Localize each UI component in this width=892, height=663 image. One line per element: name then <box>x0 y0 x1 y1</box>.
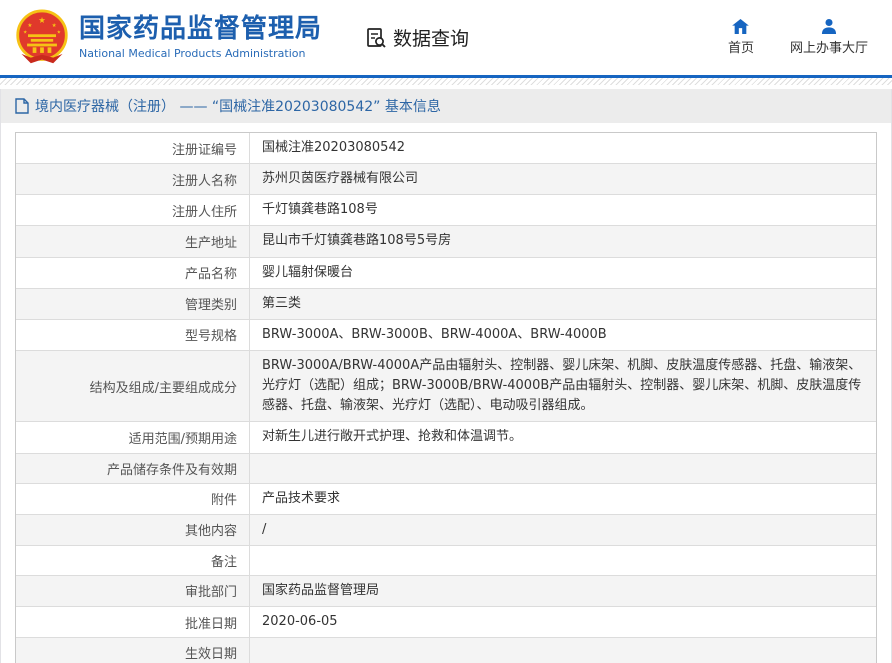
row-value: 苏州贝茵医疗器械有限公司 <box>262 171 419 187</box>
national-emblem-icon: ★ ★ ★ ★ ★ <box>16 9 68 63</box>
data-query-label: 数据查询 <box>393 28 470 50</box>
row-label: 审批部门 <box>16 575 250 606</box>
row-value: BRW-3000A/BRW-4000A产品由辐射头、控制器、婴儿床架、机脚、皮肤… <box>262 357 862 414</box>
nmpa-logo[interactable]: ★ ★ ★ ★ ★ 国家药品监督管理局 National Medical Pro… <box>14 9 322 67</box>
table-row: 注册人住所 千灯镇龚巷路108号 <box>16 195 876 227</box>
breadcrumb: 境内医疗器械（注册） —— “国械注准20203080542” 基本信息 <box>1 89 891 123</box>
nav-home-label: 首页 <box>727 41 754 56</box>
user-icon <box>821 19 837 34</box>
table-row: 注册证编号 国械注准20203080542 <box>16 133 876 165</box>
nav-home[interactable]: 首页 <box>728 19 754 56</box>
data-query-tab[interactable]: 数据查询 <box>364 24 469 51</box>
row-label: 结构及组成/主要组成成分 <box>16 350 250 422</box>
table-row: 附件 产品技术要求 <box>16 483 876 515</box>
row-label: 产品名称 <box>16 257 250 288</box>
table-row: 审批部门 国家药品监督管理局 <box>16 575 876 607</box>
breadcrumb-text: 境内医疗器械（注册） —— “国械注准20203080542” 基本信息 <box>35 99 441 115</box>
row-value: 第三类 <box>262 295 302 311</box>
table-row: 结构及组成/主要组成成分 BRW-3000A/BRW-4000A产品由辐射头、控制… <box>16 350 876 423</box>
table-row: 备注 <box>16 545 876 576</box>
row-value: 千灯镇龚巷路108号 <box>262 202 378 218</box>
table-row: 其他内容 / <box>16 514 876 546</box>
row-value <box>250 638 876 663</box>
row-value: BRW-3000A、BRW-3000B、BRW-4000A、BRW-4000B <box>262 326 607 342</box>
row-label: 生效日期 <box>16 638 250 663</box>
row-label: 注册人住所 <box>16 195 250 226</box>
row-value: 对新生儿进行敞开式护理、抢救和体温调节。 <box>262 429 523 445</box>
table-row: 管理类别 第三类 <box>16 288 876 320</box>
row-value: 2020-06-05 <box>262 613 338 629</box>
row-value: 国家药品监督管理局 <box>262 582 380 598</box>
data-query-icon <box>367 27 386 48</box>
row-label: 注册证编号 <box>16 133 250 164</box>
table-row: 生产地址 昆山市千灯镇龚巷路108号5号房 <box>16 226 876 258</box>
table-row: 生效日期 <box>16 638 876 663</box>
site-header: ★ ★ ★ ★ ★ 国家药品监督管理局 National Medical Pro… <box>0 0 892 75</box>
svg-text:★: ★ <box>23 29 27 35</box>
row-label: 其他内容 <box>16 514 250 545</box>
row-value: 婴儿辐射保暖台 <box>262 264 354 280</box>
row-label: 生产地址 <box>16 226 250 257</box>
table-row: 适用范围/预期用途 对新生儿进行敞开式护理、抢救和体温调节。 <box>16 422 876 454</box>
svg-text:★: ★ <box>57 29 61 35</box>
row-label: 附件 <box>16 483 250 514</box>
nav-service-hall-label: 网上办事大厅 <box>789 41 868 56</box>
home-icon <box>732 19 750 34</box>
row-value: 国械注准20203080542 <box>262 140 405 155</box>
org-name-cn: 国家药品监督管理局 <box>79 14 323 45</box>
document-icon <box>15 98 29 114</box>
row-value: / <box>262 521 267 537</box>
page: ★ ★ ★ ★ ★ 国家药品监督管理局 National Medical Pro… <box>0 0 892 663</box>
row-label: 备注 <box>16 545 250 575</box>
row-value <box>250 546 876 575</box>
header-divider-hatch <box>0 78 892 85</box>
nav-service-hall[interactable]: 网上办事大厅 <box>790 19 868 56</box>
content-area: 境内医疗器械（注册） —— “国械注准20203080542” 基本信息 注册证… <box>0 89 892 663</box>
org-names: 国家药品监督管理局 National Medical Products Admi… <box>79 14 323 60</box>
row-label: 型号规格 <box>16 319 250 350</box>
org-name-en: National Medical Products Administration <box>79 46 306 60</box>
row-label: 注册人名称 <box>16 164 250 195</box>
table-row: 注册人名称 苏州贝茵医疗器械有限公司 <box>16 164 876 196</box>
row-label: 批准日期 <box>16 606 250 638</box>
header-nav: 首页 网上办事大厅 <box>728 19 878 56</box>
svg-text:★: ★ <box>27 21 32 28</box>
table-row: 批准日期 2020-06-05 <box>16 606 876 639</box>
row-label: 产品储存条件及有效期 <box>16 453 250 483</box>
row-value <box>250 454 876 483</box>
table-row: 型号规格 BRW-3000A、BRW-3000B、BRW-4000A、BRW-40… <box>16 319 876 351</box>
row-label: 适用范围/预期用途 <box>16 422 250 453</box>
table-row: 产品储存条件及有效期 <box>16 453 876 484</box>
table-row: 产品名称 婴儿辐射保暖台 <box>16 257 876 289</box>
row-value: 产品技术要求 <box>262 490 341 506</box>
info-table: 注册证编号 国械注准20203080542 注册人名称 苏州贝茵医疗器械有限公司 注册人… <box>15 132 877 663</box>
row-value: 昆山市千灯镇龚巷路108号5号房 <box>262 233 452 249</box>
svg-text:★: ★ <box>38 15 46 25</box>
svg-text:★: ★ <box>52 21 57 28</box>
row-label: 管理类别 <box>16 288 250 319</box>
